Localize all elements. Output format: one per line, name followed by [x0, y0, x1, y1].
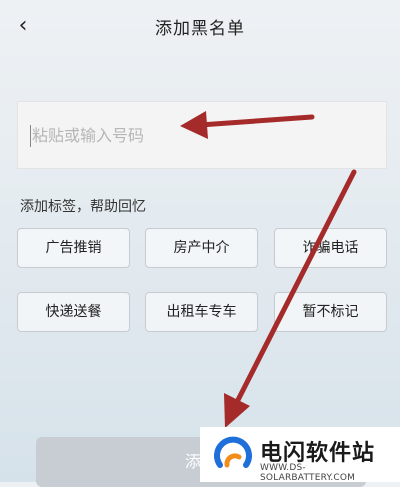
text-cursor	[30, 125, 31, 147]
site-watermark: 电闪软件站 WWW.DS-SOLARBATTERY.COM	[200, 427, 400, 483]
tag-ad-sales[interactable]: 广告推销	[17, 228, 130, 268]
tag-fraud-call[interactable]: 诈骗电话	[274, 228, 387, 268]
page-title: 添加黑名单	[155, 19, 245, 39]
site-logo	[214, 436, 252, 468]
tag-real-estate[interactable]: 房产中介	[145, 228, 258, 268]
watermark-url: WWW.DS-SOLARBATTERY.COM	[260, 463, 356, 483]
phone-number-input[interactable]	[18, 102, 400, 168]
phone-number-field[interactable]	[17, 101, 400, 169]
top-bar: ‹ 添加黑名单	[0, 0, 400, 54]
tag-hint-label: 添加标签，帮助回忆	[20, 199, 146, 215]
tag-delivery[interactable]: 快递送餐	[17, 292, 130, 332]
tag-taxi[interactable]: 出租车专车	[145, 292, 258, 332]
tag-no-mark[interactable]: 暂不标记	[274, 292, 387, 332]
